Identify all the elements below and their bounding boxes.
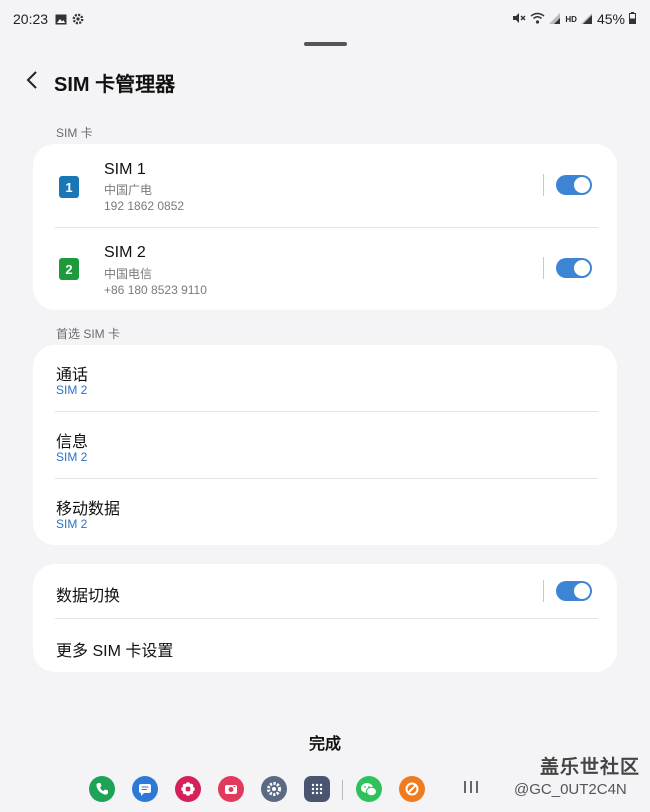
mute-icon (512, 11, 526, 27)
watermark-brand: 盖乐世社区 (540, 757, 641, 778)
pref-row-messages[interactable]: 信息 SIM 2 (33, 412, 617, 478)
divider (543, 257, 544, 279)
data-switch-label: 数据切换 (56, 588, 121, 605)
messages-icon[interactable] (132, 776, 158, 802)
sim-card-list: 1 SIM 1 中国广电 192 1862 0852 2 SIM 2 中国电信 … (33, 144, 617, 310)
section-label-preferred: 首选 SIM 卡 (56, 327, 121, 341)
section-label-sim: SIM 卡 (56, 126, 93, 140)
preferred-sim-list: 通话 SIM 2 信息 SIM 2 移动数据 SIM 2 (33, 345, 617, 545)
phone-icon[interactable] (89, 776, 115, 802)
sim-number: +86 180 8523 9110 (104, 283, 207, 297)
battery-level: 45% (596, 11, 625, 27)
battery-icon (629, 11, 636, 27)
sim-name: SIM 1 (104, 161, 146, 178)
pref-label: 移动数据 (56, 501, 121, 518)
gear-icon (72, 12, 84, 30)
app-drawer-icon[interactable] (304, 776, 330, 802)
more-sim-settings-row[interactable]: 更多 SIM 卡设置 (33, 619, 617, 672)
sheet-grabber[interactable] (304, 42, 347, 46)
pref-value: SIM 2 (56, 517, 88, 531)
sim-1-toggle[interactable] (556, 175, 592, 195)
chevron-left-icon (26, 71, 37, 89)
gallery-icon (55, 12, 67, 30)
pref-value: SIM 2 (56, 450, 88, 464)
sim-row-2[interactable]: 2 SIM 2 中国电信 +86 180 8523 9110 (33, 228, 617, 311)
more-sim-settings-label: 更多 SIM 卡设置 (56, 643, 174, 660)
data-switch-row[interactable]: 数据切换 (33, 564, 617, 618)
done-button[interactable]: 完成 (0, 730, 650, 754)
divider (543, 580, 544, 602)
sim-name: SIM 2 (104, 244, 146, 261)
divider (342, 780, 343, 800)
pref-row-mobile-data[interactable]: 移动数据 SIM 2 (33, 479, 617, 545)
sim-row-1[interactable]: 1 SIM 1 中国广电 192 1862 0852 (33, 144, 617, 227)
divider (543, 174, 544, 196)
status-time: 20:23 (13, 11, 49, 27)
pref-value: SIM 2 (56, 383, 88, 397)
sim-number: 192 1862 0852 (104, 199, 185, 213)
signal-icon (580, 11, 593, 27)
status-right: HD 45% (512, 11, 636, 27)
data-switch-toggle[interactable] (556, 581, 592, 601)
watermark-handle: @GC_0UT2C4N (514, 781, 627, 798)
recents-button[interactable] (463, 780, 479, 799)
sim-2-toggle[interactable] (556, 258, 592, 278)
signal-icon (549, 11, 561, 27)
sim-carrier: 中国电信 (104, 267, 153, 281)
pref-label: 通话 (56, 367, 89, 384)
status-bar: 20:23 HD 45% (0, 0, 650, 34)
wechat-icon[interactable] (356, 776, 382, 802)
settings-icon[interactable] (261, 776, 287, 802)
pref-row-calls[interactable]: 通话 SIM 2 (33, 345, 617, 411)
petal-icon[interactable] (175, 776, 201, 802)
header: SIM 卡管理器 (0, 62, 650, 98)
page-title: SIM 卡管理器 (54, 74, 176, 96)
sim-carrier: 中国广电 (104, 183, 153, 197)
sim-2-icon: 2 (59, 258, 79, 280)
extra-settings-list: 数据切换 更多 SIM 卡设置 (33, 564, 617, 672)
hd-icon: HD (565, 14, 577, 24)
sim-1-icon: 1 (59, 176, 79, 198)
back-button[interactable] (20, 66, 44, 94)
wifi-icon (530, 11, 545, 27)
browser-icon[interactable] (399, 776, 425, 802)
camera-icon[interactable] (218, 776, 244, 802)
pref-label: 信息 (56, 434, 89, 451)
